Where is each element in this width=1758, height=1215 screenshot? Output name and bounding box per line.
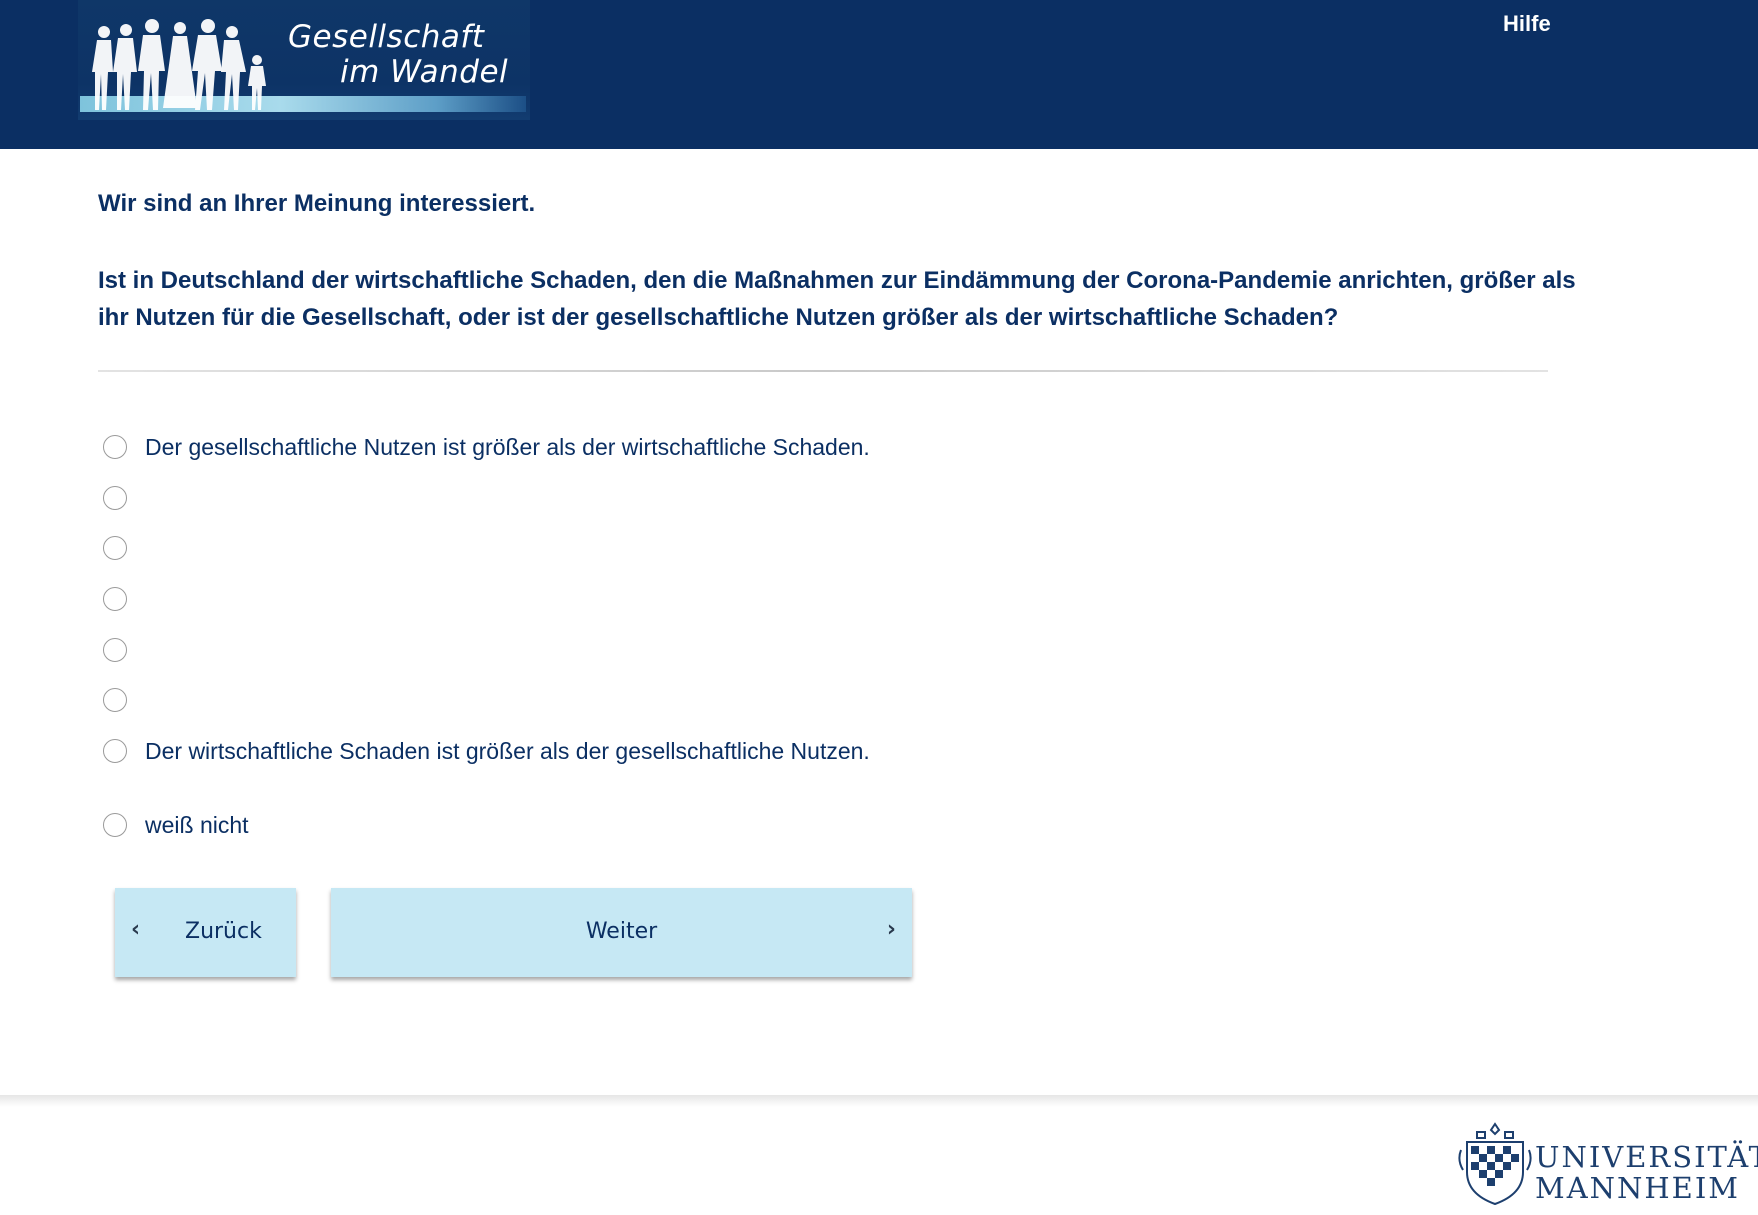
help-link[interactable]: Hilfe (1503, 11, 1551, 37)
radio-button[interactable] (103, 486, 127, 510)
back-button[interactable]: ‹ Zurück (115, 888, 296, 977)
radio-button[interactable] (103, 587, 127, 611)
gesellschaft-im-wandel-logo: Gesellschaft im Wandel (78, 0, 530, 120)
radio-button[interactable] (103, 688, 127, 712)
universitaet-mannheim-logo: UNIVERSITÄT MANNHEIM (1455, 1120, 1758, 1210)
logo-text: Gesellschaft im Wandel (288, 20, 518, 90)
university-name-line1: UNIVERSITÄT (1535, 1140, 1758, 1174)
chevron-left-icon: ‹ (131, 917, 141, 942)
answer-option-1[interactable]: Der gesellschaftliche Nutzen ist größer … (103, 432, 870, 462)
radio-button[interactable] (103, 739, 127, 763)
university-name: UNIVERSITÄT MANNHEIM (1535, 1142, 1758, 1204)
answer-option-label: Der gesellschaftliche Nutzen ist größer … (145, 433, 870, 460)
footer-divider (0, 1095, 1758, 1107)
answer-option-dont-know[interactable]: weiß nicht (103, 810, 249, 840)
answer-option-7[interactable]: Der wirtschaftliche Schaden ist größer a… (103, 736, 870, 766)
radio-button[interactable] (103, 813, 127, 837)
people-silhouette-icon (92, 19, 266, 110)
logo-text-line2: im Wandel (340, 54, 509, 90)
answer-option-2[interactable] (103, 483, 145, 513)
header-bar: Gesellschaft im Wandel Hilfe (0, 0, 1758, 149)
intro-text: Wir sind an Ihrer Meinung interessiert. (98, 190, 536, 217)
divider (98, 370, 1548, 372)
back-button-label: Zurück (185, 919, 262, 944)
logo-text-line1: Gesellschaft (288, 19, 485, 55)
answer-option-6[interactable] (103, 685, 145, 715)
crest-icon (1458, 1122, 1532, 1206)
answer-option-4[interactable] (103, 584, 145, 614)
radio-button[interactable] (103, 638, 127, 662)
university-name-line2: MANNHEIM (1535, 1171, 1740, 1205)
answer-option-label: Der wirtschaftliche Schaden ist größer a… (145, 737, 870, 764)
answer-option-3[interactable] (103, 533, 145, 563)
question-text: Ist in Deutschland der wirtschaftliche S… (98, 267, 1576, 331)
radio-button[interactable] (103, 536, 127, 560)
answer-option-label: weiß nicht (145, 811, 249, 838)
radio-button[interactable] (103, 435, 127, 459)
next-button[interactable]: Weiter › (331, 888, 912, 977)
next-button-label: Weiter (585, 919, 658, 944)
answer-option-5[interactable] (103, 635, 145, 665)
chevron-right-icon: › (886, 917, 896, 942)
